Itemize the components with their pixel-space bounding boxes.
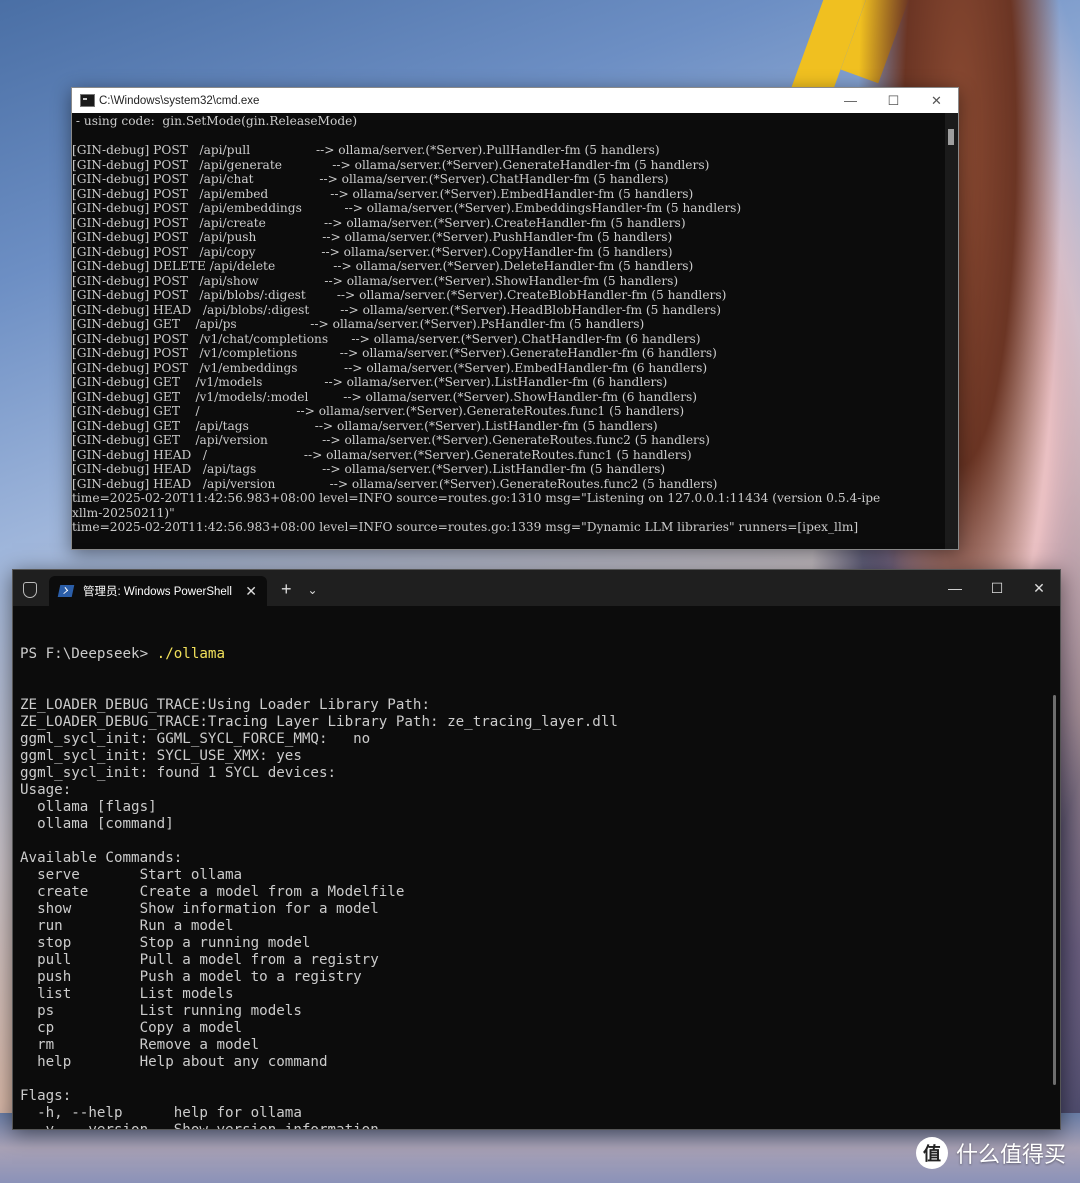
powershell-output-line: ps List running models bbox=[20, 1003, 302, 1019]
powershell-output-line: push Push a model to a registry bbox=[20, 969, 362, 985]
cmd-output-line: [GIN-debug] POST /api/chat --> ollama/se… bbox=[72, 172, 669, 186]
cmd-window-title: C:\Windows\system32\cmd.exe bbox=[99, 94, 260, 107]
cmd-window-controls: — ☐ ✕ bbox=[829, 88, 958, 113]
watermark: 值 什么值得买 bbox=[915, 1137, 1066, 1169]
powershell-output[interactable]: PS F:\Deepseek> ./ollama ZE_LOADER_DEBUG… bbox=[20, 612, 1048, 1129]
cmd-maximize-button[interactable]: ☐ bbox=[872, 88, 915, 113]
powershell-output-line: ZE_LOADER_DEBUG_TRACE:Using Loader Libra… bbox=[20, 697, 430, 713]
tab-title: 管理员: Windows PowerShell bbox=[83, 586, 232, 598]
cmd-output-line: [GIN-debug] HEAD / --> ollama/server.(*S… bbox=[72, 447, 692, 462]
cmd-scrollbar-thumb[interactable] bbox=[948, 129, 954, 145]
cmd-titlebar[interactable]: C:\Windows\system32\cmd.exe — ☐ ✕ bbox=[72, 88, 958, 113]
powershell-output-line bbox=[20, 833, 1048, 850]
cmd-output-line: [GIN-debug] POST /v1/embeddings --> olla… bbox=[72, 360, 708, 375]
tab-powershell[interactable]: 管理员: Windows PowerShell ✕ bbox=[49, 576, 267, 606]
cmd-output-line: [GIN-debug] GET /api/version --> ollama/… bbox=[72, 433, 710, 447]
powershell-output-line: -v, --version Show version information bbox=[20, 1122, 1048, 1129]
cmd-output-line: [GIN-debug] POST /api/push --> ollama/se… bbox=[72, 230, 673, 244]
powershell-output-line: Usage: bbox=[20, 782, 72, 798]
prompt: PS F:\Deepseek> bbox=[20, 646, 157, 662]
cmd-output-line: time=2025-02-20T11:42:56.983+08:00 level… bbox=[72, 520, 859, 534]
powershell-output-line: Available Commands: bbox=[20, 850, 183, 866]
new-tab-button[interactable]: + bbox=[281, 579, 292, 600]
powershell-lines: ZE_LOADER_DEBUG_TRACE:Using Loader Libra… bbox=[20, 697, 1048, 1129]
powershell-output-line: ollama [flags] bbox=[20, 799, 157, 815]
cmd-minimize-button[interactable]: — bbox=[829, 88, 872, 113]
ps-minimize-button[interactable]: — bbox=[934, 570, 976, 606]
cmd-output-line: [GIN-debug] POST /v1/chat/completions --… bbox=[72, 331, 701, 346]
powershell-output-line: ggml_sycl_init: GGML_SYCL_FORCE_MMQ: no bbox=[20, 731, 371, 747]
powershell-output-line: run Run a model bbox=[20, 918, 234, 934]
powershell-output-line: ZE_LOADER_DEBUG_TRACE:Tracing Layer Libr… bbox=[20, 714, 618, 730]
cmd-output-line: [GIN-debug] POST /api/copy --> ollama/se… bbox=[72, 244, 673, 259]
cmd-output-line: xllm-20250211)" bbox=[72, 505, 175, 520]
shield-icon bbox=[23, 582, 37, 598]
powershell-output-line: pull Pull a model from a registry bbox=[20, 952, 379, 968]
cmd-output[interactable]: - using code: gin.SetMode(gin.ReleaseMod… bbox=[72, 113, 945, 549]
cmd-output-line: [GIN-debug] HEAD /api/tags --> ollama/se… bbox=[72, 462, 666, 476]
cmd-window[interactable]: C:\Windows\system32\cmd.exe — ☐ ✕ - usin… bbox=[71, 87, 959, 550]
cmd-scrollbar[interactable] bbox=[945, 113, 958, 549]
cmd-output-line: [GIN-debug] DELETE /api/delete --> ollam… bbox=[72, 259, 694, 273]
entered-command: ./ollama bbox=[156, 646, 226, 662]
cmd-output-line: [GIN-debug] HEAD /api/blobs/:digest --> … bbox=[72, 302, 721, 317]
watermark-logo: 值 bbox=[915, 1137, 948, 1169]
powershell-output-line: ggml_sycl_init: found 1 SYCL devices: bbox=[20, 765, 337, 781]
cmd-output-line: [GIN-debug] POST /api/blobs/:digest --> … bbox=[72, 288, 727, 302]
powershell-titlebar[interactable]: 管理员: Windows PowerShell ✕ + ⌄ — ☐ ✕ bbox=[13, 570, 1060, 606]
cmd-output-line: [GIN-debug] GET /api/tags --> ollama/ser… bbox=[72, 418, 658, 433]
cmd-output-line: [GIN-debug] POST /api/create --> ollama/… bbox=[72, 215, 686, 230]
cmd-output-line: [GIN-debug] GET /api/ps --> ollama/serve… bbox=[72, 317, 645, 331]
powershell-icon bbox=[57, 585, 75, 597]
watermark-text: 什么值得买 bbox=[955, 1143, 1066, 1168]
cmd-output-line: [GIN-debug] GET /v1/models/:model --> ol… bbox=[72, 389, 698, 404]
cmd-close-button[interactable]: ✕ bbox=[915, 88, 958, 113]
cmd-output-line: [GIN-debug] POST /v1/completions --> oll… bbox=[72, 346, 717, 360]
tab-close-icon[interactable]: ✕ bbox=[245, 583, 257, 600]
powershell-output-line: list List models bbox=[20, 986, 234, 1002]
powershell-output-line: show Show information for a model bbox=[20, 901, 379, 917]
cmd-output-line: [GIN-debug] POST /api/embeddings --> oll… bbox=[72, 201, 742, 215]
cmd-output-line: [GIN-debug] GET /v1/models --> ollama/se… bbox=[72, 375, 668, 389]
tab-dropdown-icon[interactable]: ⌄ bbox=[308, 583, 318, 597]
powershell-output-line: help Help about any command bbox=[20, 1054, 328, 1070]
powershell-window-controls: — ☐ ✕ bbox=[934, 570, 1060, 606]
cmd-output-line bbox=[72, 129, 945, 144]
cmd-output-line: [GIN-debug] GET / --> ollama/server.(*Se… bbox=[72, 404, 685, 418]
cmd-output-line: [GIN-debug] POST /api/show --> ollama/se… bbox=[72, 273, 679, 288]
powershell-scrollbar[interactable] bbox=[1053, 695, 1056, 1085]
powershell-output-line: rm Remove a model bbox=[20, 1037, 260, 1053]
powershell-output-line: serve Start ollama bbox=[20, 867, 243, 883]
cmd-output-line: [GIN-debug] HEAD /api/version --> ollama… bbox=[72, 476, 718, 491]
prompt-line: PS F:\Deepseek> ./ollama bbox=[20, 646, 1048, 663]
powershell-output-line bbox=[20, 1071, 1048, 1088]
powershell-output-line: ollama [command] bbox=[20, 816, 174, 832]
powershell-output-line: -h, --help help for ollama bbox=[20, 1105, 302, 1121]
ps-close-button[interactable]: ✕ bbox=[1018, 570, 1060, 606]
cmd-output-line: [GIN-debug] POST /api/embed --> ollama/s… bbox=[72, 186, 694, 201]
powershell-output-line: ggml_sycl_init: SYCL_USE_XMX: yes bbox=[20, 748, 302, 764]
cmd-output-line: - using code: gin.SetMode(gin.ReleaseMod… bbox=[72, 114, 358, 128]
cmd-output-line: time=2025-02-20T11:42:56.983+08:00 level… bbox=[72, 491, 881, 505]
powershell-window[interactable]: 管理员: Windows PowerShell ✕ + ⌄ — ☐ ✕ PS F… bbox=[12, 569, 1061, 1130]
ps-maximize-button[interactable]: ☐ bbox=[976, 570, 1018, 606]
powershell-output-line: stop Stop a running model bbox=[20, 935, 311, 951]
cmd-output-line: [GIN-debug] POST /api/pull --> ollama/se… bbox=[72, 143, 660, 157]
powershell-output-line: Flags: bbox=[20, 1088, 72, 1104]
terminal-icon bbox=[80, 94, 95, 107]
powershell-output-line: cp Copy a model bbox=[20, 1020, 243, 1036]
powershell-output-line: create Create a model from a Modelfile bbox=[20, 884, 405, 900]
cmd-output-line: [GIN-debug] POST /api/generate --> ollam… bbox=[72, 157, 710, 172]
